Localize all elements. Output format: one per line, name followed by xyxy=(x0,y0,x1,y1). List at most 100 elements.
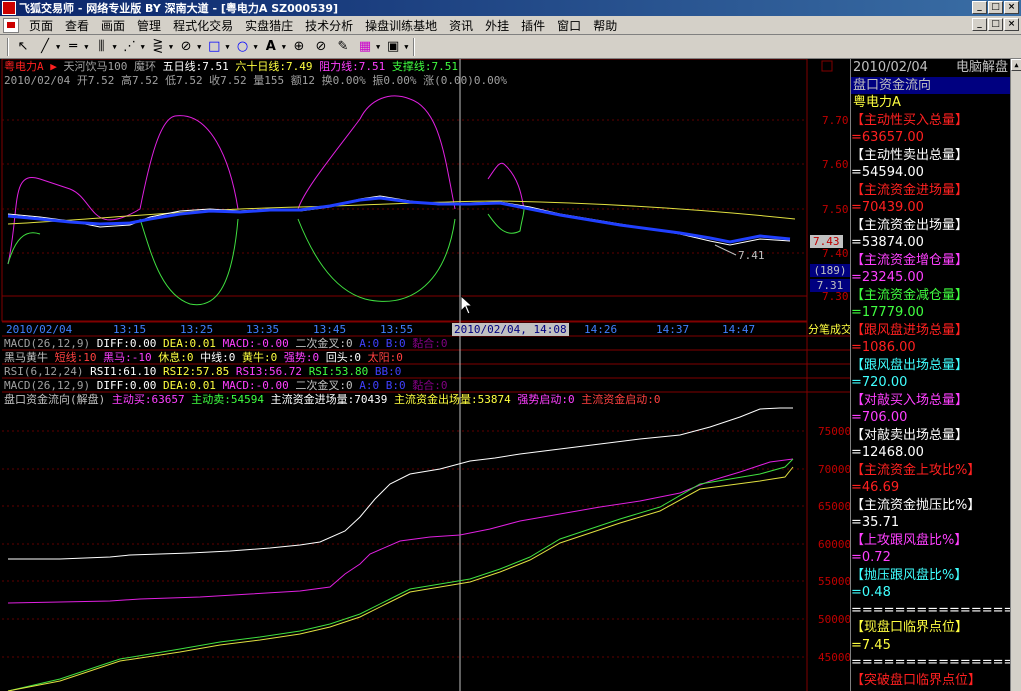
time-label-1345: 13:45 xyxy=(313,323,347,336)
indicator-name: 天河饮马100 xyxy=(63,60,128,73)
mdi-minimize-button[interactable]: _ xyxy=(972,18,987,31)
panel-rows: 【主动性买入总量】 =63657.00 【主动性卖出总量】 =54594.00 【主流资… xyxy=(851,112,1010,602)
cursor-price-box: 7.31 xyxy=(810,279,850,292)
menu-info[interactable]: 资讯 xyxy=(443,17,479,34)
panel-row-value: =17779.00 xyxy=(851,305,924,320)
panel-row-value: =0.48 xyxy=(851,585,891,600)
flow-label-45000: 45000 xyxy=(818,651,852,664)
panel-row-label: 【主流资金抛压比%】 xyxy=(851,497,981,513)
app-window: 飞狐交易师 - 网络专业版 BY 深南大道 - [粤电力A SZ000539] … xyxy=(0,0,1021,691)
menu-screen[interactable]: 画面 xyxy=(95,17,131,34)
close-button[interactable]: × xyxy=(1004,1,1019,14)
panel-row-value: =12468.00 xyxy=(851,445,924,460)
current-price-tag: 7.43 xyxy=(810,235,843,248)
vline-tool-icon[interactable]: ⫼ xyxy=(90,37,112,57)
panel-row-value: =1086.00 xyxy=(851,340,916,355)
price-header: 粤电力A ▶ 天河饮马100 魔环 五日线:7.51 六十日线:7.49 阻力线… xyxy=(4,60,458,73)
macd-row-1: MACD(26,12,9) DIFF:0.00 DEA:0.01 MACD:-0… xyxy=(4,337,448,350)
panel-row-label: 【主流资金上攻比%】 xyxy=(851,462,981,478)
menu-technical[interactable]: 技术分析 xyxy=(299,17,359,34)
save-icon[interactable]: ▣ xyxy=(382,37,404,57)
menu-program-trading[interactable]: 程式化交易 xyxy=(167,17,239,34)
panel-caption: 电脑解盘 xyxy=(955,60,1008,75)
time-label-1426: 14:26 xyxy=(584,323,618,336)
rectangle-tool-icon[interactable]: □ xyxy=(203,37,225,57)
menu-help[interactable]: 帮助 xyxy=(587,17,623,34)
app-logo-icon xyxy=(2,1,16,15)
resistance-value: 阻力线:7.51 xyxy=(319,60,386,73)
menu-bar: 页面 查看 画面 管理 程式化交易 实盘猎庄 技术分析 操盘训练基地 资讯 外挂… xyxy=(0,16,1021,35)
time-label-1355: 13:55 xyxy=(380,323,414,336)
panel-stock: 粤电力A xyxy=(853,95,901,110)
rsi-row: RSI(6,12,24) RSI1:61.10 RSI2:57.85 RSI3:… xyxy=(4,365,402,378)
price-label-760: 7.60 xyxy=(822,158,849,171)
ellipse-tool-icon[interactable]: ○ xyxy=(232,37,254,57)
drawing-toolbar: ↖ ╱ ▼ ═ ▼ ⫼ ▼ ⋰ ▼ ⋛ ▼ ⊘ ▼ □ ▼ ○ ▼ A ▼ ⊕ ⊘ ✎ ▦ ▼ ▣ ▼ xyxy=(0,35,1021,59)
menu-training[interactable]: 操盘训练基地 xyxy=(359,17,443,34)
support-value: 支撑线:7.51 xyxy=(391,60,458,73)
toolbar-separator xyxy=(7,37,9,56)
panel-row-value: =63657.00 xyxy=(851,130,924,145)
fan-tool-icon[interactable]: ⋰ xyxy=(119,37,141,57)
maximize-button[interactable]: □ xyxy=(988,1,1003,14)
mdi-close-button[interactable]: × xyxy=(1004,18,1019,31)
time-label-1335: 13:35 xyxy=(246,323,280,336)
panel-row-label: 【跟风盘进场总量】 xyxy=(851,322,969,338)
tick-trades-label[interactable]: 分笔成交 xyxy=(808,323,852,336)
menu-view[interactable]: 查看 xyxy=(59,17,95,34)
document-icon[interactable] xyxy=(3,17,19,33)
text-tool-icon[interactable]: A xyxy=(260,37,282,57)
hline-tool-icon[interactable]: ═ xyxy=(62,37,84,57)
erase-tool-icon[interactable]: ⊘ xyxy=(310,37,332,57)
analysis-panel: 2010/02/04 电脑解盘 盘口资金流向 粤电力A 【主动性买入总量】 =63… xyxy=(850,59,1010,691)
hmhn-row: 黑马黄牛 短线:10 黑马:-10 休息:0 中线:0 黄牛:0 强势:0 回头… xyxy=(4,351,403,364)
panel-row-label: 【主流资金出场量】 xyxy=(851,217,969,233)
time-label-1315: 13:15 xyxy=(113,323,147,336)
panel-row-label: 【对敲买入场总量】 xyxy=(851,392,969,408)
toolbar-separator xyxy=(413,37,416,56)
cycle-tool-icon[interactable]: ⊘ xyxy=(175,37,197,57)
flow-label-70000: 70000 xyxy=(818,463,852,476)
now-pivot-label: 【现盘口临界点位】 xyxy=(851,620,969,635)
minimize-button[interactable]: _ xyxy=(972,1,987,14)
panel-row-label: 【对敲卖出场总量】 xyxy=(851,427,969,443)
scroll-up-icon[interactable]: ▲ xyxy=(1011,59,1021,71)
flow-label-55000: 55000 xyxy=(818,575,852,588)
menu-manage[interactable]: 管理 xyxy=(131,17,167,34)
time-label-1437: 14:37 xyxy=(656,323,690,336)
menu-window[interactable]: 窗口 xyxy=(551,17,587,34)
stock-name: 粤电力A xyxy=(4,60,44,73)
break-pivot-label: 【突破盘口临界点位】 xyxy=(851,672,982,688)
line-tool-icon[interactable]: ╱ xyxy=(34,37,56,57)
panel-header: 2010/02/04 电脑解盘 xyxy=(851,59,1010,77)
window-title: 飞狐交易师 - 网络专业版 BY 深南大道 - [粤电力A SZ000539] xyxy=(19,2,339,15)
pointer-tool-icon[interactable]: ↖ xyxy=(12,37,34,57)
panel-row-label: 【主流资金减仓量】 xyxy=(851,287,969,303)
channel-tool-icon[interactable]: ⋛ xyxy=(147,37,169,57)
mdi-restore-button[interactable]: □ xyxy=(988,18,1003,31)
chart-area[interactable]: 粤电力A ▶ 天河饮马100 魔环 五日线:7.51 六十日线:7.49 阻力线… xyxy=(0,59,852,691)
panel-row-value: =46.69 xyxy=(851,480,900,495)
menu-hunt[interactable]: 实盘猎庄 xyxy=(239,17,299,34)
price-label-770: 7.70 xyxy=(822,114,849,127)
mouse-cursor-icon xyxy=(460,295,474,315)
panel-row-label: 【主流资金增仓量】 xyxy=(851,252,969,268)
time-label-date: 2010/02/04 xyxy=(6,323,73,336)
panel-row-label: 【上攻跟风盘比%】 xyxy=(851,532,968,548)
panel-row-label: 【主流资金进场量】 xyxy=(851,182,969,198)
menu-page[interactable]: 页面 xyxy=(23,17,59,34)
volume-box: (189) xyxy=(810,264,850,277)
menu-plugin-ext[interactable]: 外挂 xyxy=(479,17,515,34)
cursor-time-label: 2010/02/04, 14:08 xyxy=(452,323,569,336)
panel-row-label: 【主动性买入总量】 xyxy=(851,112,969,128)
time-label-1447: 14:47 xyxy=(722,323,756,336)
marker-tool-icon[interactable]: ⊕ xyxy=(288,37,310,57)
ohlc-line: 2010/02/04 开7.52 高7.52 低7.52 收7.52 量155 … xyxy=(4,74,507,87)
menu-plugins[interactable]: 插件 xyxy=(515,17,551,34)
pen-tool-icon[interactable]: ✎ xyxy=(332,37,354,57)
panel-row-label: 【抛压跟风盘比%】 xyxy=(851,567,968,583)
color-palette-icon[interactable]: ▦ xyxy=(354,37,376,57)
flow-label-60000: 60000 xyxy=(818,538,852,551)
flow-header: 盘口资金流向(解盘) 主动买:63657 主动卖:54594 主流资金进场量:7… xyxy=(4,393,661,406)
panel-scrollbar[interactable]: ▲ xyxy=(1010,59,1021,691)
